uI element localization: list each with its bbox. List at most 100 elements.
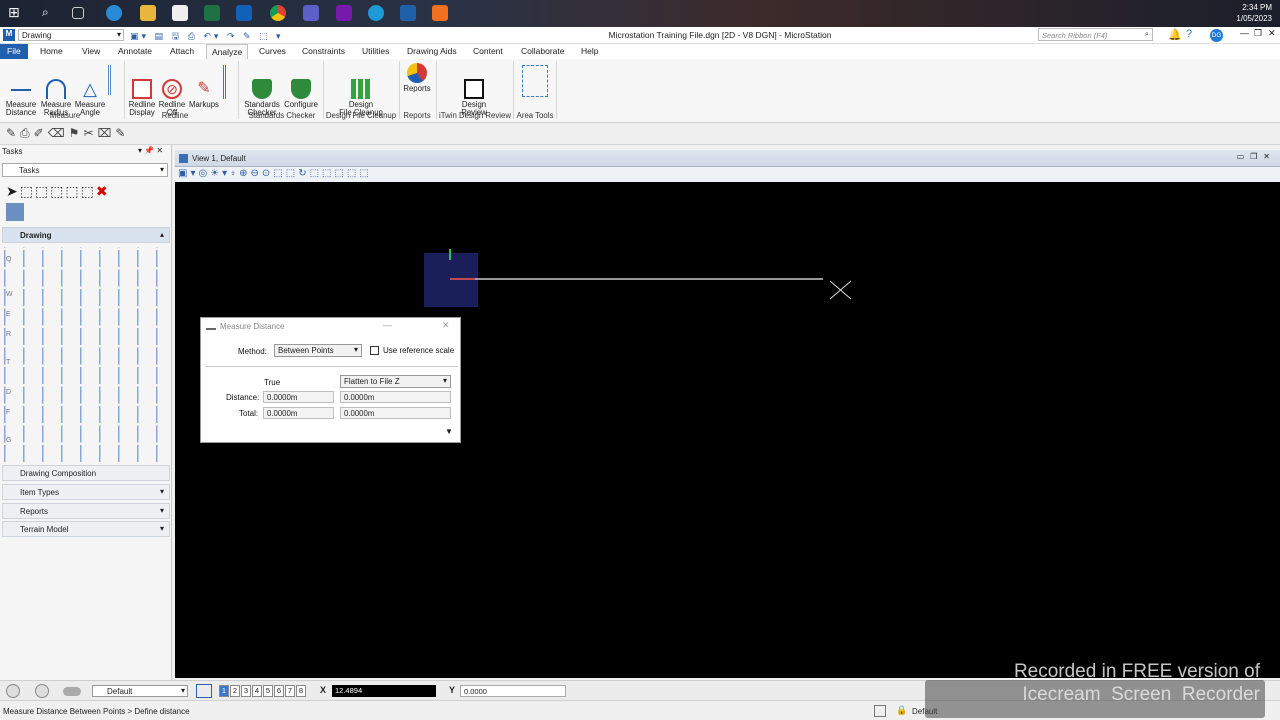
tab-file[interactable]: File	[0, 44, 28, 59]
chevron-down-icon: ▾	[180, 686, 185, 695]
chevron-down-icon: ▾	[116, 30, 121, 39]
method-dropdown[interactable]: Between Points ▾	[274, 344, 362, 357]
minimize-icon[interactable]: —	[1240, 28, 1249, 38]
chevron-down-icon: ▾	[159, 487, 164, 496]
tab-drawing-aids[interactable]: Drawing Aids	[407, 46, 457, 56]
view-window-controls[interactable]: ▭❐✕	[1237, 152, 1276, 161]
view-button-3[interactable]: 3	[241, 685, 251, 697]
quick-access-toolbar[interactable]: ▣▾ ▤ 🖫 ⎙ ↶▾ ↷ ✎ ⬚ ▾	[130, 29, 284, 45]
outlook-icon[interactable]	[236, 5, 252, 21]
tab-home[interactable]: Home	[40, 46, 63, 56]
view-button-1[interactable]: 1	[219, 685, 229, 697]
measure-angle-button[interactable]: △ Measure Angle	[72, 63, 108, 117]
tab-analyze[interactable]: Analyze	[206, 44, 249, 60]
help-icon[interactable]: ?	[1186, 28, 1192, 40]
redline-display-button[interactable]: Redline Display	[126, 63, 158, 117]
tab-curves[interactable]: Curves	[259, 46, 286, 56]
x-coordinate-input[interactable]: 12.4894	[332, 685, 436, 697]
distance-flat-field[interactable]: 0.0000m	[340, 391, 451, 403]
fence-tool-icon[interactable]	[6, 203, 24, 221]
redline-off-button[interactable]: ⊘ Redline Off	[156, 63, 188, 117]
tab-attach[interactable]: Attach	[170, 46, 194, 56]
section-item-types[interactable]: Item Types ▾	[2, 484, 170, 500]
view-groups-icon[interactable]	[196, 684, 212, 698]
dialog-minimize-icon[interactable]: —	[383, 320, 392, 330]
notifications-icon[interactable]: 🔔	[1168, 28, 1182, 41]
lock-icon[interactable]: 🔒	[896, 705, 907, 716]
design-file-cleanup-button[interactable]: Design File Cleanup	[330, 63, 392, 117]
teams-icon[interactable]	[303, 5, 319, 21]
tab-content[interactable]: Content	[473, 46, 503, 56]
app-logo-icon: M	[3, 29, 15, 41]
windows-start-icon[interactable]: ⊞	[8, 4, 24, 20]
panel-pin-icon[interactable]: ▾ 📌 ✕	[138, 146, 163, 155]
excel-icon[interactable]	[204, 5, 220, 21]
workflow-dropdown[interactable]: Drawing ▾	[18, 29, 124, 41]
design-review-button[interactable]: Design Review	[450, 63, 498, 117]
tasks-dropdown[interactable]: Tasks ▾	[2, 163, 168, 177]
user-avatar[interactable]: DG	[1210, 29, 1223, 42]
chevron-down-icon: ▾	[159, 165, 164, 174]
edge-dev-icon[interactable]	[368, 5, 384, 21]
view-button-6[interactable]: 6	[274, 685, 284, 697]
redline-tools-icon[interactable]	[223, 65, 234, 99]
area-tools-icon[interactable]	[522, 65, 548, 97]
section-terrain-model[interactable]: Terrain Model ▾	[2, 521, 170, 537]
tab-help[interactable]: Help	[581, 46, 598, 56]
tab-utilities[interactable]: Utilities	[362, 46, 389, 56]
onenote-icon[interactable]	[336, 5, 352, 21]
edge-icon[interactable]	[106, 5, 122, 21]
tab-constraints[interactable]: Constraints	[302, 46, 345, 56]
close-icon[interactable]: ✕	[1268, 28, 1276, 39]
dialog-close-icon[interactable]: ✕	[442, 320, 450, 331]
task-view-icon[interactable]	[72, 7, 84, 19]
system-clock[interactable]: 2:34 PM 1/05/2023	[1212, 2, 1272, 24]
search-icon[interactable]: ⌕	[42, 5, 58, 21]
distance-true-field[interactable]: 0.0000m	[263, 391, 334, 403]
back-nav-icon[interactable]	[6, 684, 20, 698]
chrome-icon[interactable]	[270, 5, 286, 21]
measure-more-icon[interactable]	[108, 65, 119, 95]
markups-button[interactable]: ✎ Markups	[187, 63, 221, 109]
store-icon[interactable]	[172, 5, 188, 21]
expand-dialog-icon[interactable]: ▼	[445, 427, 453, 436]
reports-group-label: Reports	[403, 111, 431, 120]
element-selection-tools[interactable]: ➤⬚⬚⬚⬚⬚✖	[6, 183, 110, 200]
reports-button[interactable]: Reports	[401, 63, 433, 93]
file-explorer-icon[interactable]	[140, 5, 156, 21]
cloud-icon[interactable]	[63, 687, 81, 696]
section-reports[interactable]: Reports ▾	[2, 503, 170, 519]
total-true-field[interactable]: 0.0000m	[263, 407, 334, 419]
view-tools-icon[interactable]: ▣▾◎☀▾⍖⊕⊖⊙⬚⬚↻⬚⬚⬚⬚⬚	[178, 168, 372, 179]
y-coordinate-input[interactable]: 0.0000	[460, 685, 566, 697]
forward-nav-icon[interactable]	[35, 684, 49, 698]
drawing-tool-grid[interactable]: Q W E R T D F G	[4, 247, 168, 462]
measure-radius-button[interactable]: Measure Radius	[38, 63, 74, 117]
app-icon[interactable]	[432, 5, 448, 21]
measure-distance-button[interactable]: Measure Distance	[3, 63, 39, 117]
flatten-dropdown[interactable]: Flatten to File Z ▾	[340, 375, 451, 388]
use-reference-scale-checkbox[interactable]	[370, 346, 379, 355]
configure-button[interactable]: Configure	[281, 63, 321, 109]
view-button-5[interactable]: 5	[263, 685, 273, 697]
tab-annotate[interactable]: Annotate	[118, 46, 152, 56]
ribbon-search-input[interactable]: Search Ribbon (F4) ⌕	[1038, 28, 1153, 41]
total-flat-field[interactable]: 0.0000m	[340, 407, 451, 419]
snap-mode-icon[interactable]	[874, 705, 886, 717]
view-button-7[interactable]: 7	[285, 685, 295, 697]
tab-collaborate[interactable]: Collaborate	[521, 46, 564, 56]
cursor-snap-box	[424, 253, 478, 307]
restore-icon[interactable]: ❐	[1254, 28, 1262, 39]
section-item-types-label: Item Types	[20, 488, 59, 497]
section-drawing-composition[interactable]: Drawing Composition	[2, 465, 170, 481]
tab-view[interactable]: View	[82, 46, 100, 56]
standards-checker-button[interactable]: Standards Checker	[242, 63, 282, 117]
microstation-icon[interactable]	[400, 5, 416, 21]
view-button-4[interactable]: 4	[252, 685, 262, 697]
section-drawing[interactable]: Drawing ▴	[2, 227, 170, 243]
view-button-8[interactable]: 8	[296, 685, 306, 697]
view-button-2[interactable]: 2	[230, 685, 240, 697]
toolbar-tools-icon[interactable]: ✎⎙✐⌫⚑✂⌧✎	[6, 126, 129, 141]
dialog-title: Measure Distance	[220, 322, 285, 331]
level-dropdown[interactable]: Default ▾	[92, 685, 188, 697]
